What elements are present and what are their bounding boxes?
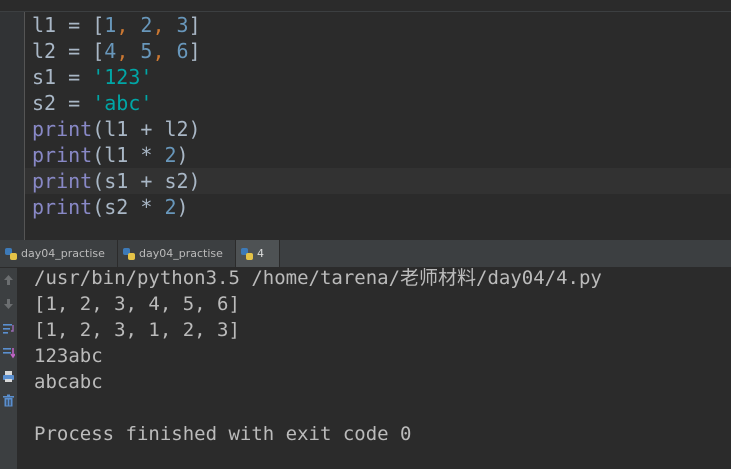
- code-line-7-current[interactable]: print(s1 + s2): [25, 168, 731, 194]
- call-arguments: (l1 *: [92, 143, 165, 167]
- arrow-down-icon[interactable]: [0, 294, 17, 314]
- code-line-2[interactable]: l2 = [4, 5, 6]: [32, 38, 201, 64]
- number-literal: 2: [164, 195, 177, 219]
- run-tab-4[interactable]: 4: [236, 240, 280, 267]
- python-icon: [241, 247, 253, 260]
- tab-label: day04_practise: [21, 247, 105, 260]
- python-icon: [123, 247, 135, 260]
- number-literal: 5: [140, 39, 153, 63]
- console-toolbar: [0, 268, 17, 469]
- call-arguments: ): [176, 143, 189, 167]
- builtin-function: print: [32, 195, 93, 219]
- call-arguments: ): [176, 195, 189, 219]
- scroll-to-end-icon[interactable]: [0, 342, 17, 362]
- code-line-3[interactable]: s1 = '123': [32, 64, 152, 90]
- bracket: ]: [188, 13, 201, 37]
- python-icon: [5, 247, 17, 260]
- code-line-4[interactable]: s2 = 'abc': [32, 90, 152, 116]
- run-tab-day04-practise-1[interactable]: day04_practise: [0, 240, 118, 267]
- code-line-5[interactable]: print(l1 + l2): [32, 116, 201, 142]
- operator: =: [56, 91, 93, 115]
- variable-name: l1: [32, 13, 57, 37]
- number-literal: 6: [176, 39, 189, 63]
- variable-name: s2: [32, 91, 57, 115]
- call-arguments: (s2 *: [92, 195, 165, 219]
- code-editor[interactable]: l1 = [1, 2, 3] l2 = [4, 5, 6] s1 = '123'…: [0, 0, 731, 240]
- editor-top-border: [0, 0, 731, 12]
- number-literal: 4: [104, 39, 117, 63]
- code-line-8[interactable]: print(s2 * 2): [32, 194, 189, 220]
- code-line-6[interactable]: print(l1 * 2): [32, 142, 189, 168]
- tab-label: day04_practise: [139, 247, 223, 260]
- console-command-line: /usr/bin/python3.5 /home/tarena/老师材料/day…: [34, 267, 602, 289]
- tab-label: 4: [257, 247, 264, 260]
- number-literal: 2: [140, 13, 153, 37]
- builtin-function: print: [32, 143, 93, 167]
- soft-wrap-icon[interactable]: [0, 318, 17, 338]
- comma: ,: [116, 39, 141, 63]
- variable-name: l2: [32, 39, 57, 63]
- run-tab-day04-practise-2[interactable]: day04_practise: [118, 240, 236, 267]
- console-output-line: [1, 2, 3, 1, 2, 3]: [34, 319, 240, 341]
- number-literal: 3: [176, 13, 189, 37]
- comma: ,: [116, 13, 141, 37]
- bracket: [: [92, 13, 105, 37]
- string-literal: 'abc': [92, 91, 153, 115]
- comma: ,: [152, 13, 177, 37]
- string-literal: '123': [92, 65, 153, 89]
- builtin-function: print: [32, 169, 93, 193]
- arrow-up-icon[interactable]: [0, 270, 17, 290]
- print-icon[interactable]: [0, 366, 17, 386]
- comma: ,: [152, 39, 177, 63]
- call-arguments: (l1 + l2): [92, 117, 201, 141]
- operator: =: [56, 13, 93, 37]
- bracket: [: [92, 39, 105, 63]
- operator: =: [56, 65, 93, 89]
- trash-icon[interactable]: [0, 390, 17, 410]
- editor-gutter: [0, 12, 25, 240]
- console-exit-message: Process finished with exit code 0: [34, 423, 412, 445]
- call-arguments: (s1 + s2): [92, 169, 201, 193]
- builtin-function: print: [32, 117, 93, 141]
- console-output-line: 123abc: [34, 345, 103, 367]
- number-literal: 2: [164, 143, 177, 167]
- operator: =: [56, 39, 93, 63]
- variable-name: s1: [32, 65, 57, 89]
- run-tabs-bar: day04_practise day04_practise 4: [0, 240, 731, 268]
- code-line-1[interactable]: l1 = [1, 2, 3]: [32, 12, 201, 38]
- run-console[interactable]: /usr/bin/python3.5 /home/tarena/老师材料/day…: [0, 267, 731, 469]
- console-output-line: abcabc: [34, 371, 103, 393]
- number-literal: 1: [104, 13, 117, 37]
- bracket: ]: [188, 39, 201, 63]
- console-output-line: [1, 2, 3, 4, 5, 6]: [34, 293, 240, 315]
